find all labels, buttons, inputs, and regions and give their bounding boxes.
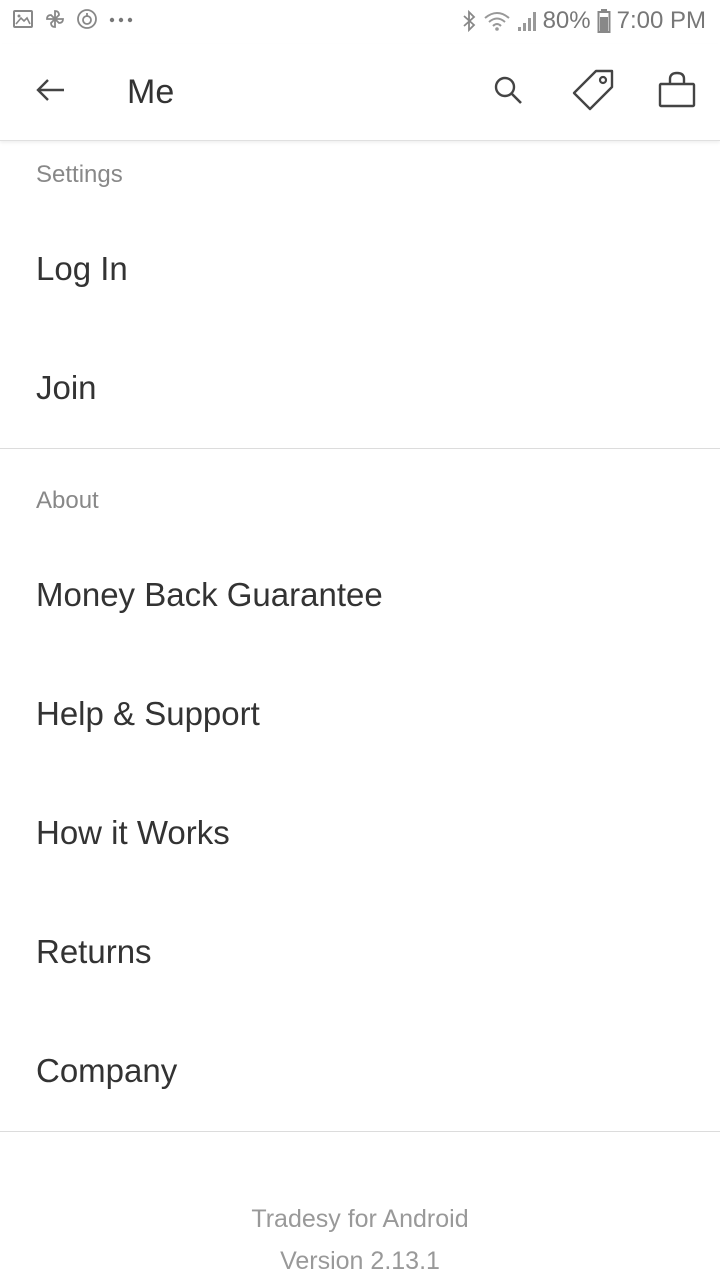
menu-item-label: Money Back Guarantee [36, 576, 383, 613]
status-bar-right: 80% 7:00 PM [461, 6, 706, 36]
footer-app-name: Tradesy for Android [251, 1205, 469, 1233]
gallery-icon [12, 8, 34, 30]
battery-icon [597, 8, 611, 34]
menu-item-label: Company [36, 1052, 178, 1089]
signal-icon [517, 9, 537, 33]
menu-item-help-support[interactable]: Help & Support [0, 655, 720, 773]
pinwheel-icon [44, 8, 66, 30]
menu-item-label: How it Works [36, 814, 230, 851]
menu-item-returns[interactable]: Returns [0, 893, 720, 1011]
clock: 7:00 PM [616, 7, 706, 34]
tag-icon [570, 67, 616, 118]
bluetooth-icon [461, 9, 477, 33]
back-button[interactable] [22, 68, 78, 116]
page-title: Me [127, 73, 175, 111]
back-arrow-icon [34, 76, 66, 109]
menu-item-money-back-guarantee[interactable]: Money Back Guarantee [0, 536, 720, 654]
menu-item-how-it-works[interactable]: How it Works [0, 774, 720, 892]
status-bar: 80% 7:00 PM [0, 0, 720, 44]
menu-item-join[interactable]: Join [0, 329, 720, 447]
menu-item-log-in[interactable]: Log In [0, 210, 720, 328]
battery-percentage: 80% [542, 7, 591, 34]
shopping-bag-icon [657, 70, 697, 115]
menu-item-label: Join [36, 369, 97, 406]
section-header-about: About [36, 487, 99, 514]
section-header-settings: Settings [36, 161, 123, 188]
menu-item-label: Log In [36, 250, 128, 287]
footer-version: Version 2.13.1 [280, 1247, 440, 1275]
wifi-icon [483, 9, 511, 33]
search-button[interactable] [482, 66, 534, 118]
section-divider [0, 1131, 720, 1132]
menu-item-label: Returns [36, 933, 152, 970]
status-bar-left [12, 8, 134, 30]
sync-icon [76, 8, 98, 30]
more-dots-icon [108, 8, 134, 30]
menu-item-label: Help & Support [36, 695, 260, 732]
search-icon [491, 73, 525, 112]
app-bar: Me [0, 44, 720, 141]
section-divider [0, 448, 720, 449]
shopping-bag-button[interactable] [651, 66, 703, 118]
sell-tag-button[interactable] [567, 66, 619, 118]
menu-item-company[interactable]: Company [0, 1012, 720, 1130]
